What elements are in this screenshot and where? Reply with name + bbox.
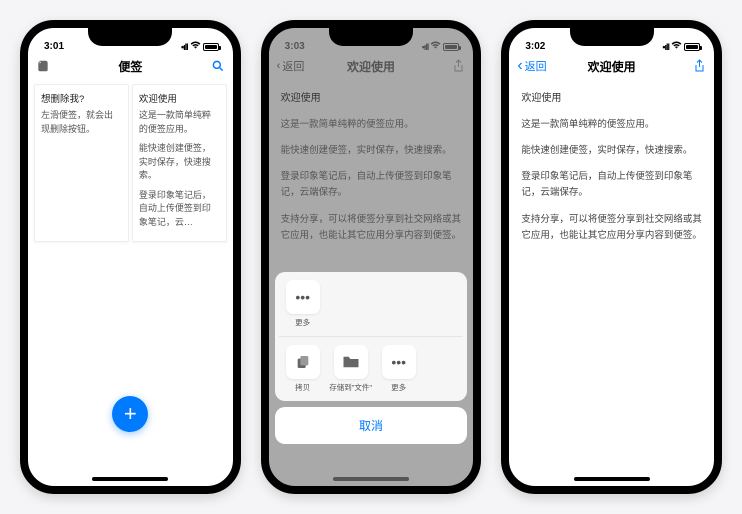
detail-para: 登录印象笔记后，自动上传便签到印象笔记，云端保存。: [281, 169, 462, 201]
signal-icon: •ıll: [422, 42, 429, 52]
notes-content: 想删除我? 左滑便签，就会出现删除按钮。 欢迎使用 这是一款简单纯粹的便签应用。…: [28, 80, 233, 458]
nav-bar: ‹ 返回 欢迎使用: [509, 52, 714, 80]
status-time: 3:01: [44, 41, 64, 52]
home-indicator[interactable]: [92, 477, 168, 481]
note-body: 左滑便签，就会出现删除按钮。: [41, 109, 122, 136]
share-more-action[interactable]: ••• 更多: [375, 345, 423, 393]
more-icon: •••: [382, 345, 416, 379]
back-label: 返回: [525, 58, 547, 74]
chevron-left-icon: ‹: [517, 57, 522, 75]
device-notch: [570, 28, 654, 46]
share-icon[interactable]: [693, 59, 706, 73]
note-card[interactable]: 想删除我? 左滑便签，就会出现删除按钮。: [34, 84, 129, 242]
signal-icon: •ıll: [181, 42, 188, 52]
detail-content: 欢迎使用 这是一款简单纯粹的便签应用。 能快速创建便签，实时保存，快速搜索。 登…: [509, 80, 714, 458]
status-right: •ıll: [181, 41, 219, 52]
share-label: 拷贝: [279, 382, 327, 393]
detail-para: 支持分享，可以将便签分享到社交网络或其它应用，也能让其它应用分享内容到便签。: [521, 212, 702, 244]
copy-icon: [286, 345, 320, 379]
status-time: 3:03: [285, 41, 305, 52]
detail-title: 欢迎使用: [521, 90, 702, 107]
home-indicator[interactable]: [574, 477, 650, 481]
detail-para: 这是一款简单纯粹的便签应用。: [521, 117, 702, 133]
detail-para: 登录印象笔记后，自动上传便签到印象笔记，云端保存。: [521, 169, 702, 201]
detail-title: 欢迎使用: [281, 90, 462, 107]
device-notch: [88, 28, 172, 46]
back-button[interactable]: ‹ 返回: [517, 57, 546, 75]
back-label: 返回: [282, 58, 304, 74]
battery-icon: [684, 43, 700, 51]
chevron-left-icon: ‹: [277, 60, 281, 72]
more-icon: •••: [286, 280, 320, 314]
signal-icon: •ıll: [662, 42, 669, 52]
share-label: 更多: [279, 317, 327, 328]
status-right: •ıll: [662, 41, 700, 52]
search-icon[interactable]: [211, 59, 225, 73]
detail-para: 能快速创建便签，实时保存，快速搜索。: [521, 143, 702, 159]
nav-title: 便签: [28, 58, 233, 75]
detail-content: 欢迎使用 这是一款简单纯粹的便签应用。 能快速创建便签，实时保存，快速搜索。 登…: [269, 80, 474, 458]
add-note-button[interactable]: +: [112, 396, 148, 432]
cancel-button[interactable]: 取消: [275, 407, 468, 444]
detail-para: 这是一款简单纯粹的便签应用。: [281, 117, 462, 133]
screenshot-3: 3:02 •ıll ‹ 返回 欢迎使用 欢迎使用 这是一款简单纯粹的便签应用。 …: [501, 20, 722, 494]
share-copy[interactable]: 拷贝: [279, 345, 327, 393]
note-title: 欢迎使用: [139, 91, 220, 105]
folder-icon: [334, 345, 368, 379]
status-right: •ıll: [422, 41, 460, 52]
share-icon[interactable]: [452, 59, 465, 73]
status-time: 3:02: [525, 41, 545, 52]
share-save-files[interactable]: 存储到"文件": [327, 345, 375, 393]
screenshot-2: 3:03 •ıll ‹ 返回 欢迎使用 欢迎使用 这是一款简单纯粹的便签应用。 …: [261, 20, 482, 494]
wifi-icon: [430, 41, 441, 52]
share-sheet: ••• 更多 拷贝 存: [275, 272, 468, 444]
detail-para: 能快速创建便签，实时保存，快速搜索。: [281, 143, 462, 159]
nav-bar: ‹ 返回 欢迎使用: [269, 52, 474, 80]
battery-icon: [203, 43, 219, 51]
home-indicator[interactable]: [333, 477, 409, 481]
evernote-logo-icon[interactable]: [36, 59, 50, 73]
note-card[interactable]: 欢迎使用 这是一款简单纯粹的便签应用。 能快速创建便签，实时保存，快速搜索。 登…: [132, 84, 227, 242]
detail-para: 支持分享，可以将便签分享到社交网络或其它应用，也能让其它应用分享内容到便签。: [281, 212, 462, 244]
share-label: 更多: [375, 382, 423, 393]
share-more-app[interactable]: ••• 更多: [279, 280, 327, 328]
wifi-icon: [190, 41, 201, 52]
share-label: 存储到"文件": [327, 382, 375, 393]
note-body: 这是一款简单纯粹的便签应用。 能快速创建便签，实时保存，快速搜索。 登录印象笔记…: [139, 109, 220, 229]
wifi-icon: [671, 41, 682, 52]
device-notch: [329, 28, 413, 46]
screenshot-1: 3:01 •ıll 便签 想删除我? 左滑便签，就会出现删除按钮。: [20, 20, 241, 494]
battery-icon: [443, 43, 459, 51]
plus-icon: +: [124, 401, 137, 427]
note-title: 想删除我?: [41, 91, 122, 105]
back-button[interactable]: ‹ 返回: [277, 58, 305, 74]
nav-bar: 便签: [28, 52, 233, 80]
